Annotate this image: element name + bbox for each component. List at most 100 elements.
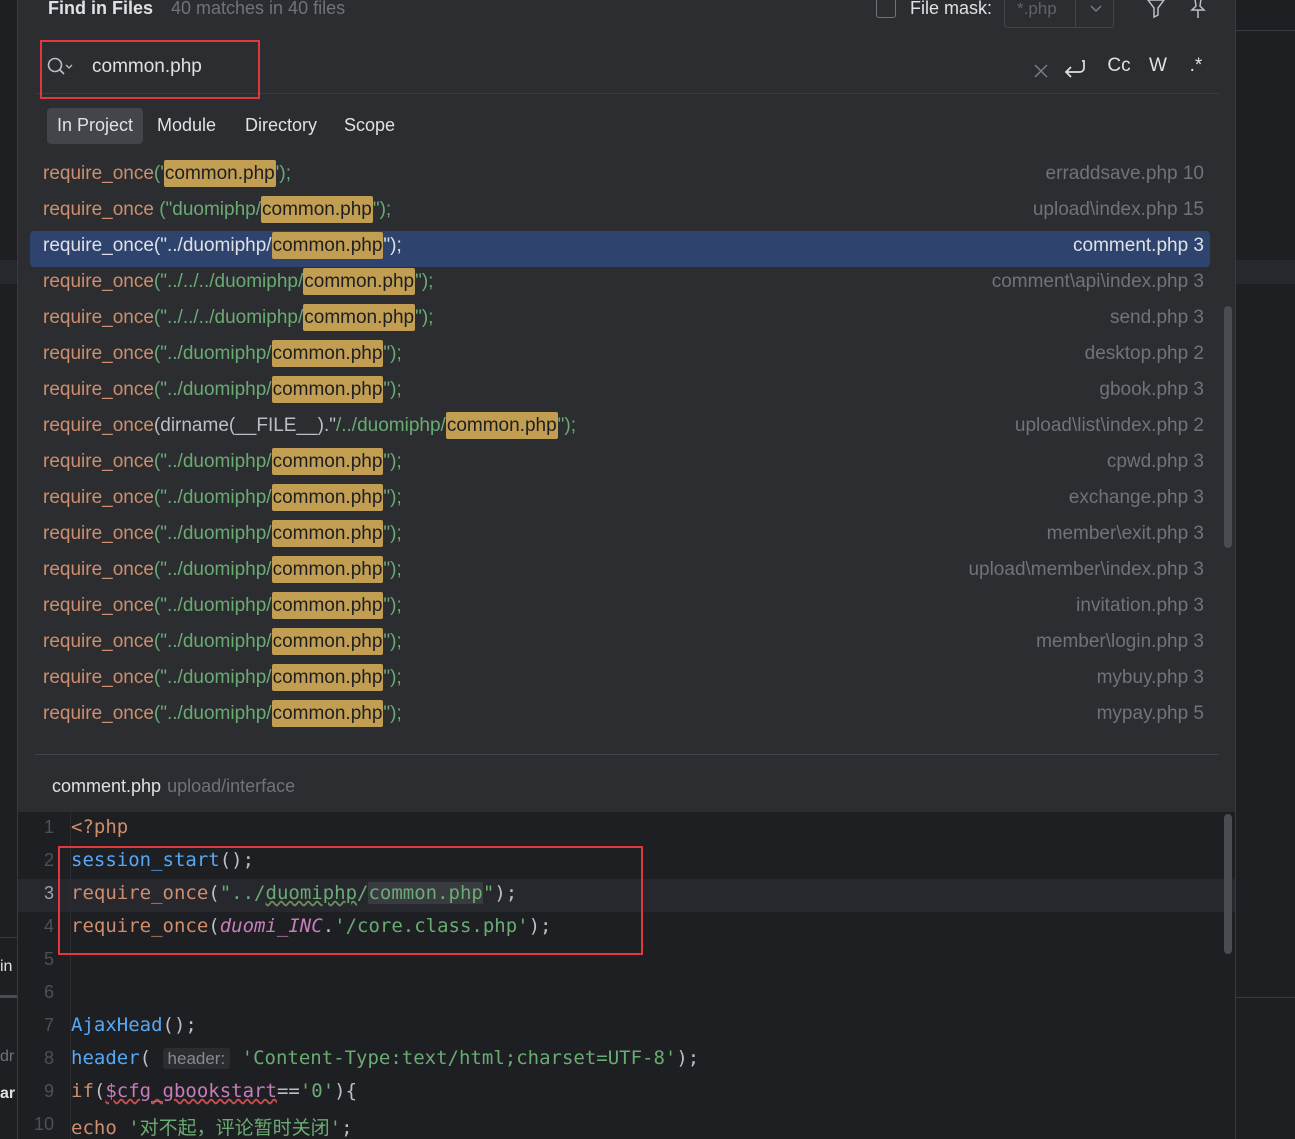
parameter-hint: header:: [162, 1048, 231, 1069]
result-row[interactable]: require_once("../duomiphp/common.php"); u…: [30, 555, 1210, 591]
result-file: comment\api\index.php 3: [991, 271, 1204, 292]
result-file: send.php 3: [1109, 307, 1204, 328]
filter-icon[interactable]: [1144, 0, 1168, 20]
match-count: 40 matches in 40 files: [171, 0, 346, 18]
background-current-line: [1236, 260, 1295, 284]
popup-title: Find in Files: [48, 0, 154, 18]
tab-scope[interactable]: Scope: [334, 108, 405, 144]
preview-divider[interactable]: [35, 754, 1219, 755]
result-row[interactable]: require_once("../duomiphp/common.php"); m…: [30, 519, 1210, 555]
tab-module[interactable]: Module: [147, 108, 226, 144]
file-mask-label[interactable]: File mask:: [910, 0, 992, 19]
code-line-1: <?php: [71, 816, 129, 838]
results-scrollbar[interactable]: [1224, 306, 1232, 548]
result-code: require_once("../duomiphp/common.php");: [43, 484, 402, 511]
result-file: member\exit.php 3: [1046, 523, 1204, 544]
result-file: cpwd.php 3: [1106, 451, 1204, 472]
words-button[interactable]: W: [1146, 55, 1170, 81]
code-line-10: echo '对不起，评论暂时关闭';: [71, 1117, 353, 1139]
code-line-9: if($cfg_gbookstart=='0'){: [71, 1080, 358, 1102]
annotation-box-code: [58, 846, 643, 955]
result-code: require_once("../duomiphp/common.php");: [43, 628, 402, 655]
result-file: erraddsave.php 10: [1045, 163, 1204, 184]
result-code: require_once("../duomiphp/common.php");: [43, 376, 402, 403]
background-divider-lower: [1236, 997, 1295, 998]
file-mask-divider: [1075, 0, 1076, 27]
regex-button[interactable]: .*: [1182, 55, 1210, 81]
file-mask-value: *.php: [1017, 0, 1057, 18]
background-text-fragment: dr: [0, 1048, 15, 1065]
result-code: require_once("../duomiphp/common.php");: [43, 520, 402, 547]
tab-directory[interactable]: Directory: [235, 108, 327, 144]
result-row[interactable]: require_once("../duomiphp/common.php"); m…: [30, 627, 1210, 663]
tab-in-project[interactable]: In Project: [47, 108, 144, 144]
match-case-button[interactable]: Cc: [1104, 55, 1134, 81]
find-in-files-popup: Find in Files 40 matches in 40 files Fil…: [17, 0, 1236, 1139]
preview-file-path: upload/interface: [167, 776, 296, 796]
line-number: 5: [43, 949, 54, 969]
result-row-partial[interactable]: [30, 735, 1210, 753]
result-code: require_once("../duomiphp/common.php");: [43, 664, 402, 691]
new-line-icon[interactable]: [1062, 55, 1088, 81]
background-divider: [1236, 30, 1295, 31]
file-mask-dropdown[interactable]: *.php: [1004, 0, 1114, 28]
result-code: require_once("../duomiphp/common.php");: [43, 556, 402, 583]
result-row[interactable]: require_once("../duomiphp/common.php"); c…: [30, 447, 1210, 483]
clear-icon[interactable]: [1032, 58, 1050, 84]
preview-file-name: comment.php: [52, 776, 162, 796]
popup-header: Find in Files 40 matches in 40 files Fil…: [18, 0, 1235, 38]
result-row[interactable]: require_once("../../../duomiphp/common.p…: [30, 267, 1210, 303]
code-line-8: header( header: 'Content-Type:text/html;…: [71, 1047, 700, 1069]
background-divider-left: [0, 937, 17, 938]
result-file: desktop.php 2: [1084, 343, 1204, 364]
line-number: 2: [43, 850, 54, 870]
result-row[interactable]: require_once("../duomiphp/common.php"); g…: [30, 375, 1210, 411]
result-code: require_once("../duomiphp/common.php");: [43, 448, 402, 475]
result-row[interactable]: require_once("../duomiphp/common.php"); i…: [30, 591, 1210, 627]
line-number: 7: [43, 1015, 54, 1035]
result-code: require_once(dirname(__FILE__)."/../duom…: [43, 412, 576, 439]
line-number: 4: [43, 916, 54, 936]
results-list: require_once('common.php'); erraddsave.ph…: [18, 159, 1235, 753]
chevron-down-icon[interactable]: [1085, 0, 1107, 21]
result-file: comment.php 3: [1073, 235, 1204, 256]
background-scroll-left: [0, 995, 17, 998]
result-row[interactable]: require_once("../duomiphp/common.php"); m…: [30, 663, 1210, 699]
result-code: require_once("../duomiphp/common.php");: [43, 700, 402, 727]
result-code: require_once("../duomiphp/common.php");: [43, 592, 402, 619]
line-number: 8: [43, 1048, 54, 1068]
pin-icon[interactable]: [1186, 0, 1210, 20]
line-number: 9: [43, 1081, 54, 1101]
code-line-7: AjaxHead();: [71, 1014, 197, 1036]
background-editor-right: [1236, 0, 1295, 1139]
result-file: invitation.php 3: [1076, 595, 1204, 616]
result-code: require_once("../../../duomiphp/common.p…: [43, 304, 433, 331]
result-row[interactable]: require_once("../duomiphp/common.php"); e…: [30, 483, 1210, 519]
result-row[interactable]: require_once('common.php'); erraddsave.ph…: [30, 159, 1210, 195]
result-row[interactable]: require_once("../../../duomiphp/common.p…: [30, 303, 1210, 339]
background-text-fragment: in: [0, 958, 13, 975]
result-code: require_once("../duomiphp/common.php");: [43, 340, 402, 367]
result-row[interactable]: require_once("../duomiphp/common.php"); c…: [30, 231, 1210, 267]
result-file: upload\member\index.php 3: [968, 559, 1204, 580]
preview-header: comment.php upload/interface: [52, 776, 295, 797]
line-number: 3: [43, 883, 54, 903]
line-number: 1: [43, 817, 54, 837]
result-row[interactable]: require_once(dirname(__FILE__)."/../duom…: [30, 411, 1210, 447]
line-number: 6: [43, 982, 54, 1002]
result-file: upload\index.php 15: [1032, 199, 1204, 220]
result-row[interactable]: require_once("../duomiphp/common.php"); d…: [30, 339, 1210, 375]
result-file: gbook.php 3: [1099, 379, 1204, 400]
result-code: require_once("../duomiphp/common.php");: [43, 232, 402, 259]
result-row[interactable]: require_once ("duomiphp/common.php"); upl…: [30, 195, 1210, 231]
background-text-fragment: ar: [0, 1085, 16, 1102]
result-file: mypay.php 5: [1096, 703, 1204, 724]
result-file: exchange.php 3: [1068, 487, 1204, 508]
result-row[interactable]: require_once("../duomiphp/common.php"); m…: [30, 699, 1210, 735]
result-code: require_once ("duomiphp/common.php");: [43, 196, 391, 223]
background-current-line-left: [0, 260, 17, 284]
result-file: member\login.php 3: [1036, 631, 1204, 652]
preview-scrollbar[interactable]: [1224, 814, 1232, 954]
file-mask-checkbox[interactable]: [876, 0, 896, 18]
result-file: upload\list\index.php 2: [1014, 415, 1204, 436]
